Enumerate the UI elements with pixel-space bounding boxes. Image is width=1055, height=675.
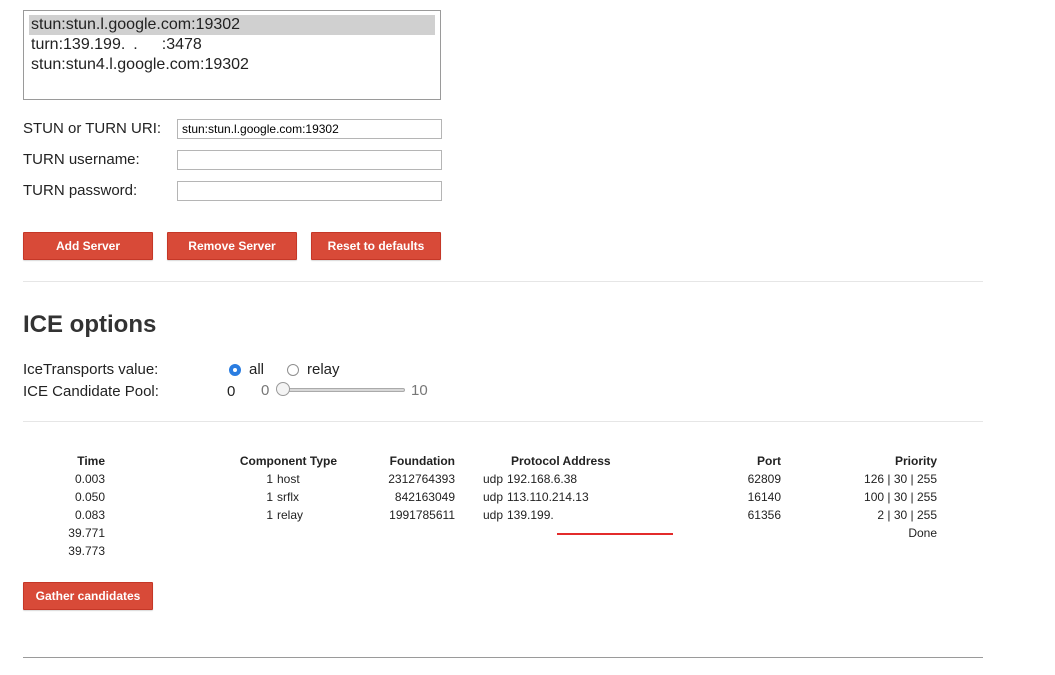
gather-candidates-button[interactable]: Gather candidates (23, 582, 153, 610)
server-option[interactable]: stun:stun.l.google.com:19302 (29, 15, 435, 35)
cell-port: 61356 (747, 508, 781, 522)
cell-priority: 2 | 30 | 255 (877, 508, 937, 522)
cell-protocol: udp (482, 490, 503, 504)
cell-address: 139.199. (507, 508, 554, 522)
username-input[interactable] (177, 150, 442, 170)
header-component-type: Component Type (239, 454, 337, 468)
address-underline-annotation (557, 533, 673, 535)
uri-input[interactable] (177, 119, 442, 139)
radio-all-label: all (249, 361, 265, 378)
cell-protocol (455, 542, 503, 560)
cell-component (105, 542, 277, 560)
cell-time: 0.050 (74, 490, 105, 504)
ice-pool-slider-thumb[interactable] (276, 382, 290, 396)
username-label: TURN username: (23, 151, 140, 168)
table-row: 0.003 1 host 2312764393 udp 192.168.6.38… (23, 470, 937, 488)
cell-port: 62809 (747, 472, 781, 486)
table-row: 0.083 1 relay 1991785611 udp 139.199. 61… (23, 506, 937, 524)
cell-protocol: udp (482, 508, 503, 522)
slider-min-label: 0 (261, 382, 270, 399)
password-input[interactable] (177, 181, 442, 201)
cell-type: relay (277, 508, 304, 522)
cell-component: 1 (266, 508, 273, 522)
cell-foundation: 1991785611 (389, 508, 455, 522)
cell-type (277, 524, 337, 542)
cell-foundation (337, 542, 455, 560)
table-row: 39.771 Done (23, 524, 937, 542)
candidates-table: Time Component Type Foundation Protocol … (23, 452, 937, 560)
header-foundation: Foundation (389, 454, 455, 468)
header-protocol-address: Protocol Address (511, 454, 611, 468)
radio-relay-label: relay (307, 361, 340, 378)
ice-transports-label: IceTransports value: (23, 361, 159, 378)
cell-port (747, 524, 781, 542)
cell-priority (781, 542, 937, 560)
cell-component (105, 524, 277, 542)
radio-all[interactable] (229, 364, 241, 376)
ice-pool-label: ICE Candidate Pool: (23, 383, 159, 400)
cell-type: srflx (277, 490, 299, 504)
table-row: 0.050 1 srflx 842163049 udp 113.110.214.… (23, 488, 937, 506)
uri-label: STUN or TURN URI: (23, 120, 162, 137)
cell-address (503, 542, 747, 560)
header-priority: Priority (894, 454, 937, 468)
cell-component: 1 (266, 472, 273, 486)
section-divider (23, 421, 983, 422)
cell-address: 192.168.6.38 (507, 472, 578, 486)
add-server-button[interactable]: Add Server (23, 232, 153, 260)
cell-foundation (337, 524, 455, 542)
table-row: 39.773 (23, 542, 937, 560)
ice-pool-value: 0 (227, 383, 236, 400)
cell-protocol: udp (482, 472, 503, 486)
cell-priority: 126 | 30 | 255 (864, 472, 937, 486)
server-list[interactable]: stun:stun.l.google.com:19302 turn:139.19… (23, 10, 441, 100)
cell-foundation: 842163049 (394, 490, 455, 504)
cell-component: 1 (266, 490, 273, 504)
cell-type: host (277, 472, 300, 486)
server-option[interactable]: stun:stun4.l.google.com:19302 (29, 55, 435, 75)
section-divider (23, 281, 983, 282)
bottom-divider (23, 657, 983, 658)
radio-relay[interactable] (287, 364, 299, 376)
cell-time: 0.003 (74, 472, 105, 486)
header-time: Time (77, 454, 105, 468)
cell-port (747, 542, 781, 560)
ice-pool-slider[interactable] (281, 388, 405, 392)
password-label: TURN password: (23, 182, 138, 199)
cell-priority: Done (908, 526, 937, 540)
server-option[interactable]: turn:139.199. . :3478 (29, 35, 435, 55)
cell-port: 16140 (747, 490, 781, 504)
table-header-row: Time Component Type Foundation Protocol … (23, 452, 937, 470)
cell-address: 113.110.214.13 (507, 490, 589, 504)
cell-foundation: 2312764393 (388, 472, 455, 486)
cell-time: 39.771 (68, 526, 105, 540)
header-port: Port (757, 454, 781, 468)
slider-max-label: 10 (411, 382, 428, 399)
reset-defaults-button[interactable]: Reset to defaults (311, 232, 441, 260)
remove-server-button[interactable]: Remove Server (167, 232, 297, 260)
ice-options-title: ICE options (23, 311, 157, 338)
cell-time: 39.773 (68, 544, 105, 558)
cell-time: 0.083 (74, 508, 105, 522)
cell-type (277, 542, 337, 560)
cell-protocol (455, 524, 503, 542)
cell-priority: 100 | 30 | 255 (864, 490, 937, 504)
